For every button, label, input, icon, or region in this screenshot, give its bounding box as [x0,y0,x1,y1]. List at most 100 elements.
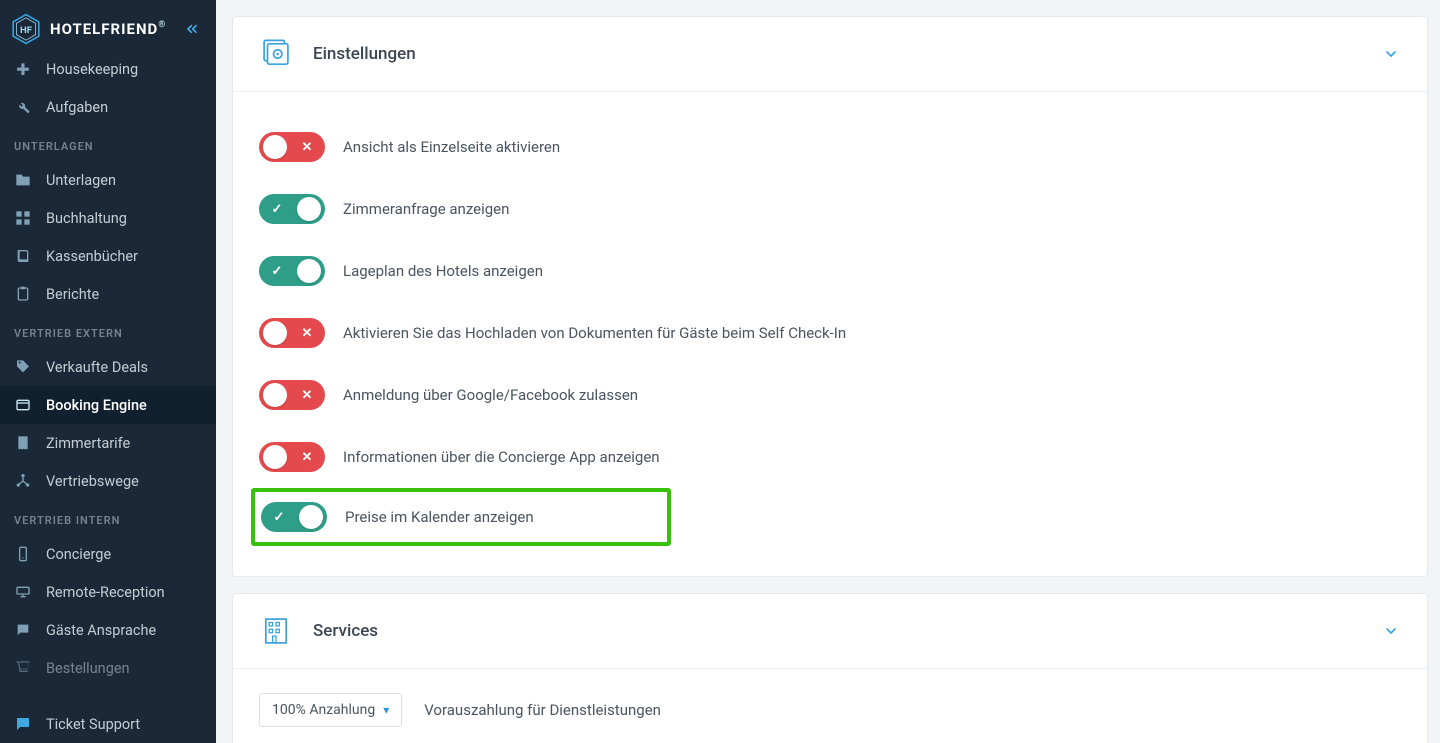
sidebar-section-vertrieb-extern: VERTRIEB EXTERN [0,313,216,348]
logo-icon: HF [10,13,42,45]
setting-label: Informationen über die Concierge App anz… [343,448,660,466]
x-icon: ✕ [299,449,315,465]
sidebar-item-label: Remote-Reception [46,584,165,601]
broom-icon: ✚ [14,60,32,78]
setting-row: ✓ Zimmeranfrage anzeigen [259,178,1401,240]
sidebar-item-label: Buchhaltung [46,210,127,227]
sidebar-item-unterlagen[interactable]: Unterlagen [0,161,216,199]
setting-label: Ansicht als Einzelseite aktivieren [343,138,560,156]
settings-card-body: ✕ Ansicht als Einzelseite aktivieren ✓ Zimm… [233,92,1427,576]
services-card-header[interactable]: Services [233,594,1427,669]
sidebar: HF HOTELFRIEND® ✚ Housekeeping Aufgaben … [0,0,216,743]
setting-row: ✕ Ansicht als Einzelseite aktivieren [259,116,1401,178]
services-card: Services 100% Anzahlung ▾ Vorauszahlung … [232,593,1428,743]
setting-label: Anmeldung über Google/Facebook zulassen [343,386,638,404]
sidebar-item-zimmertarife[interactable]: Zimmertarife [0,424,216,462]
brand-logo[interactable]: HF HOTELFRIEND® [10,13,166,45]
check-icon: ✓ [269,263,285,279]
folder-icon [14,171,32,189]
setting-toggle[interactable]: ✕ [259,318,325,348]
sidebar-item-label: Booking Engine [46,397,147,414]
services-card-title: Services [313,621,378,641]
chat-icon [14,621,32,639]
prepayment-select[interactable]: 100% Anzahlung ▾ [259,693,402,727]
setting-toggle[interactable]: ✕ [259,442,325,472]
comment-icon [14,715,32,733]
setting-row: ✕ Anmeldung über Google/Facebook zulassen [259,364,1401,426]
sidebar-item-aufgaben[interactable]: Aufgaben [0,88,216,126]
sidebar-section-vertrieb-intern: VERTRIEB INTERN [0,500,216,535]
check-icon: ✓ [269,201,285,217]
sidebar-item-housekeeping[interactable]: ✚ Housekeeping [0,58,216,88]
wrench-icon [14,98,32,116]
sidebar-item-label: Kassenbücher [46,248,138,265]
sidebar-header: HF HOTELFRIEND® [0,0,216,58]
setting-toggle[interactable]: ✓ [261,502,327,532]
svg-text:HF: HF [20,25,33,36]
sidebar-item-booking-engine[interactable]: Booking Engine [0,386,216,424]
sidebar-item-bestellungen[interactable]: Bestellungen [0,649,216,687]
sidebar-item-label: Unterlagen [46,172,116,189]
settings-card-icon [259,37,293,71]
phone-icon [14,545,32,563]
settings-card-title: Einstellungen [313,44,416,64]
services-card-icon [259,614,293,648]
cart-icon [14,659,32,677]
sidebar-item-label: Concierge [46,546,111,563]
setting-toggle[interactable]: ✕ [259,380,325,410]
sidebar-item-gaeste-ansprache[interactable]: Gäste Ansprache [0,611,216,649]
select-value: 100% Anzahlung [272,702,375,718]
sidebar-item-vertriebswege[interactable]: Vertriebswege [0,462,216,500]
prepayment-description: Vorauszahlung für Dienstleistungen [424,701,661,719]
chevron-double-left-icon [184,21,200,37]
receipt-icon [14,434,32,452]
sidebar-section-unterlagen: UNTERLAGEN [0,126,216,161]
x-icon: ✕ [299,387,315,403]
setting-toggle[interactable]: ✕ [259,132,325,162]
setting-label: Lageplan des Hotels anzeigen [343,262,543,280]
book-icon [14,247,32,265]
chevron-down-icon[interactable] [1381,621,1401,641]
sidebar-collapse-button[interactable] [182,19,202,39]
check-icon: ✓ [271,509,287,525]
sidebar-item-concierge[interactable]: Concierge [0,535,216,573]
setting-toggle[interactable]: ✓ [259,256,325,286]
services-card-body: 100% Anzahlung ▾ Vorauszahlung für Diens… [233,669,1427,743]
sidebar-item-kassenbuecher[interactable]: Kassenbücher [0,237,216,275]
x-icon: ✕ [299,139,315,155]
setting-row-highlighted: ✓Preise im Kalender anzeigen [251,488,671,546]
sidebar-item-label: Housekeeping [46,61,138,78]
sidebar-nav: ✚ Housekeeping Aufgaben UNTERLAGEN Unter… [0,58,216,687]
desk-icon [14,583,32,601]
sidebar-item-label: Zimmertarife [46,435,130,452]
setting-row: ✕ Aktivieren Sie das Hochladen von Dokume… [259,302,1401,364]
sidebar-item-label: Berichte [46,286,99,303]
sidebar-item-label: Vertriebswege [46,473,139,490]
sidebar-item-label: Ticket Support [46,716,140,733]
caret-down-icon: ▾ [383,703,389,717]
x-icon: ✕ [299,325,315,341]
grid-icon [14,209,32,227]
sidebar-item-ticket-support[interactable]: Ticket Support [0,705,216,743]
sidebar-item-label: Verkaufte Deals [46,359,148,376]
setting-row: ✓ Lageplan des Hotels anzeigen [259,240,1401,302]
sidebar-item-berichte[interactable]: Berichte [0,275,216,313]
sidebar-item-label: Aufgaben [46,99,108,116]
main-content: Einstellungen ✕ Ansicht als Einzelseite a… [216,0,1440,743]
chevron-down-icon[interactable] [1381,44,1401,64]
sidebar-item-label: Gäste Ansprache [46,622,156,639]
tag-icon [14,358,32,376]
clipboard-icon [14,285,32,303]
setting-row: ✕ Informationen über die Concierge App an… [259,426,1401,488]
brand-name: HOTELFRIEND® [50,20,166,38]
sidebar-item-buchhaltung[interactable]: Buchhaltung [0,199,216,237]
engine-icon [14,396,32,414]
network-icon [14,472,32,490]
setting-toggle[interactable]: ✓ [259,194,325,224]
setting-label: Zimmeranfrage anzeigen [343,200,509,218]
sidebar-item-verkaufte-deals[interactable]: Verkaufte Deals [0,348,216,386]
setting-label: Aktivieren Sie das Hochladen von Dokumen… [343,324,846,342]
sidebar-item-remote-reception[interactable]: Remote-Reception [0,573,216,611]
sidebar-item-label: Bestellungen [46,660,130,677]
settings-card-header[interactable]: Einstellungen [233,17,1427,92]
